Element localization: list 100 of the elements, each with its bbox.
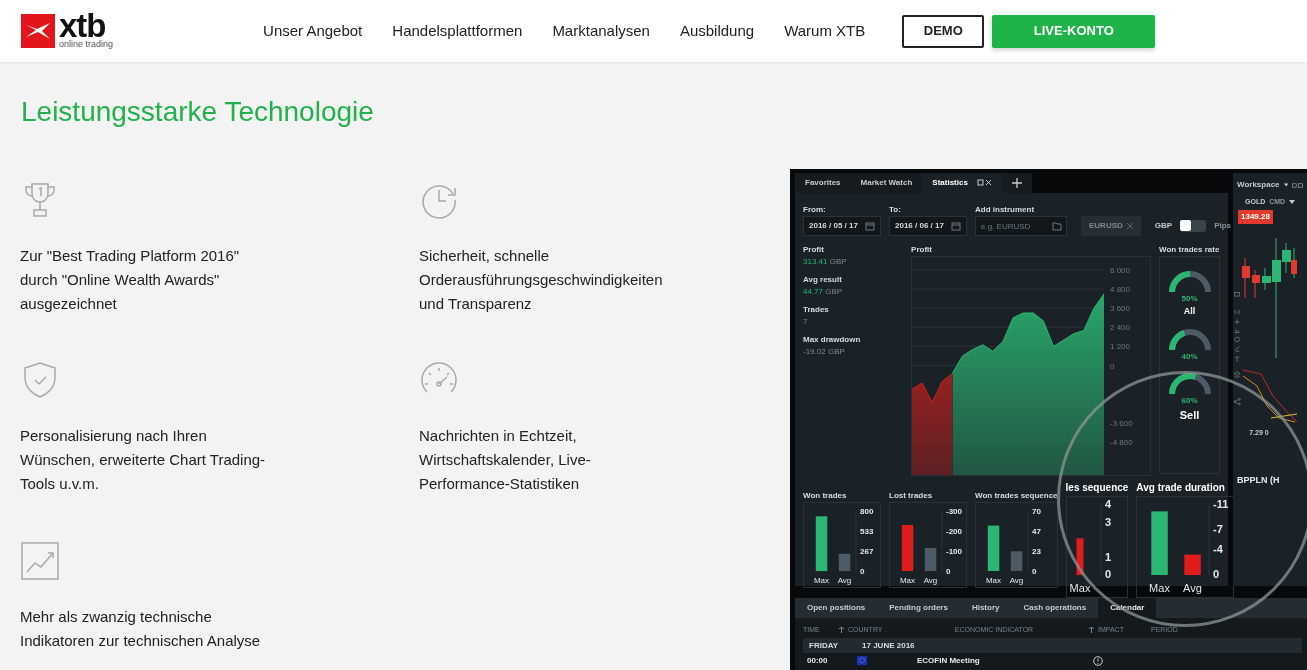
chart-bar <box>1010 551 1023 571</box>
tab[interactable]: Market Watch <box>850 173 923 193</box>
indicator-cell-text: ECOFIN Meeting <box>917 655 981 667</box>
category-label: Max <box>985 576 1002 585</box>
stat-value: 313.41 GBP <box>803 256 848 268</box>
gauge-label: All <box>1183 305 1196 318</box>
axis-tick-label: 0 <box>1110 361 1115 371</box>
date-label: 17 JUNE 2016 <box>862 639 915 652</box>
feature-text: Mehr als zwanzig technische Indikatoren zur technischen Analyse <box>20 606 262 651</box>
category-label: Max <box>813 576 830 585</box>
stat-value: 44.77 GBP <box>803 286 844 298</box>
impact-icon <box>1093 655 1103 666</box>
date-field[interactable]: 2016 / 06 / 17 <box>889 216 967 236</box>
instrument-name: BPPLN (H <box>1236 473 1281 487</box>
axis-tick-label: -11 <box>1213 498 1229 510</box>
line-series <box>912 373 953 403</box>
calendar-icon <box>951 221 961 231</box>
logo-wordmark: xtb <box>59 13 106 39</box>
axis-tick-label: 3 <box>1104 515 1111 528</box>
nav-link[interactable]: Ausbildung <box>679 19 755 43</box>
axis-tick-label: 800 <box>860 507 874 516</box>
unit-toggle[interactable] <box>1180 220 1207 232</box>
toggle-label: GBP <box>1154 220 1173 232</box>
price-tag: 1349.28 <box>1238 209 1273 224</box>
logo[interactable]: xtb online trading <box>21 13 114 49</box>
feature-text: Zur "Best Trading Platform 2016" durch "Online Wealth Awards" ausgezeichnet <box>20 246 241 314</box>
axis-tick-label: 23 <box>1032 547 1041 557</box>
flag-icon <box>857 656 867 666</box>
tab[interactable]: Pending orders <box>877 598 960 618</box>
field-label: To: <box>889 204 902 216</box>
date-field[interactable]: 2016 / 05 / 17 <box>803 216 881 236</box>
chart-bar <box>815 516 828 572</box>
axis-tick-label: 0 <box>946 567 951 576</box>
field-label: Add instrument <box>975 204 1036 216</box>
tab[interactable]: Cash operations <box>1011 598 1099 618</box>
tab[interactable]: Favorites <box>795 173 851 193</box>
line-chart-icon <box>20 540 60 581</box>
caret-icon <box>1289 200 1296 205</box>
axis-tick-label: -300 <box>946 507 962 516</box>
axis-tick-label: 267 <box>860 546 874 556</box>
axis-tick-label: 3 600 <box>1110 304 1131 314</box>
calendar-icon <box>865 221 875 231</box>
chart-bar <box>1184 554 1202 575</box>
sort-icon <box>1089 627 1094 633</box>
nav-link[interactable]: Marktanalysen <box>552 19 650 43</box>
panel-title: Won trades rate <box>1159 244 1220 256</box>
demo-button[interactable]: DEMO <box>902 14 985 48</box>
axis-tick-label: 533 <box>860 527 874 537</box>
category-label: Avg <box>923 576 938 585</box>
nav-link[interactable]: Warum XTB <box>784 19 866 43</box>
logo-mark-icon <box>25 22 51 40</box>
chart-bar <box>838 553 851 572</box>
tab[interactable]: History <box>959 598 1012 618</box>
logo-tagline: online trading <box>59 39 114 49</box>
chart-bar <box>1076 538 1084 576</box>
nav-link[interactable]: Handelsplattformen <box>392 19 523 43</box>
field-label: From: <box>803 204 827 216</box>
stat-label: Trades <box>803 304 830 316</box>
tab[interactable]: Calendar <box>1098 598 1157 618</box>
axis-tick-label: 2 400 <box>1110 323 1131 333</box>
axis-tick-label: 0 <box>860 567 865 576</box>
instrument-field[interactable]: e.g. EURUSD <box>975 216 1067 236</box>
gauge-reading: 60% <box>1181 394 1198 407</box>
day-label: FRIDAY <box>809 639 839 652</box>
add-tab-button[interactable] <box>1001 173 1032 193</box>
remove-icon <box>1126 223 1133 229</box>
axis-tick-label: 1 200 <box>1110 342 1131 352</box>
caret-icon <box>1283 183 1288 187</box>
plus-icon <box>1011 177 1022 188</box>
toggle-label: Pips <box>1214 220 1232 232</box>
axis-tick-label: 0 <box>1104 568 1111 580</box>
feature-text: Nachrichten in Echtzeit, Wirtschaftskalender, Live-Performance-Statistiken <box>419 426 592 495</box>
tab[interactable]: Open positions <box>795 598 878 618</box>
category-label: Avg <box>1009 576 1024 585</box>
gauge-reading: 50% <box>1181 293 1198 305</box>
category-label: Max <box>899 576 916 585</box>
axis-tick-label: -200 <box>946 527 962 536</box>
axis-tick-label: 0 <box>1032 567 1037 576</box>
tab[interactable]: Statistics <box>922 173 1002 193</box>
stat-label: Profit <box>803 244 825 256</box>
feature-text: Personalisierung nach Ihren Wünschen, erweiterte Chart Trading-Tools u.v.m. <box>20 426 267 495</box>
chart-title: Lost trades <box>889 490 934 502</box>
chart-title: Avg trade duration <box>1136 481 1226 495</box>
time-cell-text: 00:00 <box>807 655 829 667</box>
gauge-reading: 40% <box>1181 350 1198 363</box>
axis-tick-label: 47 <box>1032 526 1041 536</box>
category-label: Avg <box>837 576 852 585</box>
chart-title: Won trades sequence <box>975 490 1058 502</box>
nav-link[interactable]: Unser Angebot <box>263 19 363 43</box>
sort-icon <box>839 627 844 633</box>
category-label: Max <box>1149 582 1171 594</box>
chart-bar <box>901 525 914 571</box>
instrument-chip[interactable]: EURUSD <box>1081 216 1141 236</box>
stat-value: -19.02 GBP <box>803 346 846 358</box>
folder-icon <box>1052 221 1062 231</box>
window-controls-icon <box>1291 181 1303 189</box>
axis-tick-label: -7 <box>1213 523 1224 536</box>
axis-tick-label: 70 <box>1032 507 1041 516</box>
chart-title: les sequence <box>1065 481 1129 495</box>
chart-bar <box>924 548 937 571</box>
